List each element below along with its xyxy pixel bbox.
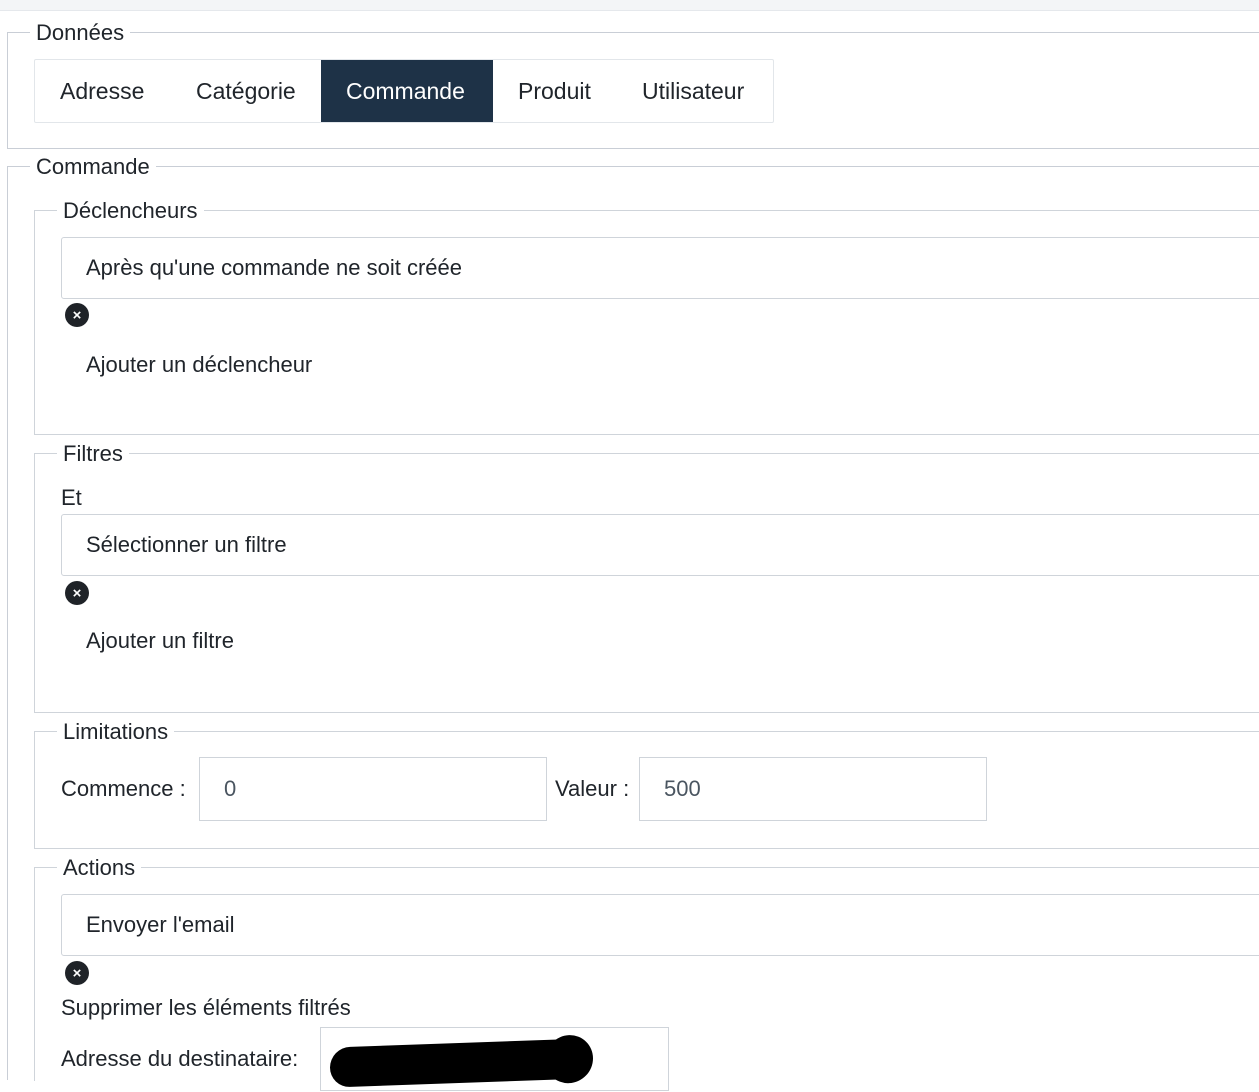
actions-legend: Actions <box>57 854 142 882</box>
recipient-input[interactable] <box>320 1027 669 1091</box>
delete-filtered-label: Supprimer les éléments filtrés <box>61 995 351 1020</box>
trigger-select-value: Après qu'une commande ne soit créée <box>86 255 462 280</box>
trigger-select[interactable]: Après qu'une commande ne soit créée <box>61 237 1259 299</box>
add-trigger-link[interactable]: Ajouter un déclencheur <box>86 352 312 378</box>
value-input[interactable]: 500 <box>639 757 987 821</box>
limitations-fieldset: Limitations Commence : 0 Valeur : 500 <box>34 718 1259 849</box>
close-circle-icon[interactable]: × <box>65 303 89 327</box>
value-label: Valeur : <box>555 776 630 801</box>
declencheurs-legend: Déclencheurs <box>57 197 204 225</box>
commande-fieldset: Commande Déclencheurs Après qu'une comma… <box>7 153 1259 1091</box>
tab-commande-label: Commande <box>346 77 465 104</box>
tab-utilisateur-label: Utilisateur <box>642 77 745 104</box>
declencheurs-fieldset: Déclencheurs Après qu'une commande ne so… <box>34 197 1259 435</box>
data-type-tabs: Adresse Catégorie Commande Produit Utili… <box>34 59 774 123</box>
top-toolbar <box>0 0 1259 11</box>
filtres-legend: Filtres <box>57 440 129 468</box>
close-circle-icon[interactable]: × <box>65 581 89 605</box>
recipient-label: Adresse du destinataire: <box>61 1046 299 1071</box>
tab-adresse-label: Adresse <box>60 77 145 104</box>
redaction-mask <box>330 1038 589 1088</box>
close-circle-icon[interactable]: × <box>65 961 89 985</box>
tab-categorie-label: Catégorie <box>196 77 296 104</box>
donnees-fieldset: Données Adresse Catégorie Commande Produ… <box>7 19 1259 149</box>
commande-legend: Commande <box>30 153 156 181</box>
tab-utilisateur[interactable]: Utilisateur <box>617 60 773 122</box>
start-input-value: 0 <box>224 776 237 801</box>
filter-select[interactable]: Sélectionner un filtre <box>61 514 1259 576</box>
tab-categorie[interactable]: Catégorie <box>171 60 321 122</box>
filter-condition-label: Et <box>61 485 82 510</box>
filter-select-value: Sélectionner un filtre <box>86 532 287 557</box>
start-label: Commence : <box>61 776 186 801</box>
add-filter-link[interactable]: Ajouter un filtre <box>86 628 234 654</box>
limitations-legend: Limitations <box>57 718 175 746</box>
tab-produit-label: Produit <box>518 77 591 104</box>
value-input-value: 500 <box>664 776 701 801</box>
donnees-legend: Données <box>30 19 131 47</box>
tab-commande[interactable]: Commande <box>321 60 493 122</box>
tab-adresse[interactable]: Adresse <box>35 60 171 122</box>
start-input[interactable]: 0 <box>199 757 547 821</box>
filtres-fieldset: Filtres Et Sélectionner un filtre × Ajou… <box>34 440 1259 713</box>
tab-produit[interactable]: Produit <box>493 60 617 122</box>
action-select[interactable]: Envoyer l'email <box>61 894 1259 956</box>
action-select-value: Envoyer l'email <box>86 912 235 937</box>
actions-fieldset: Actions Envoyer l'email × Supprimer les … <box>34 854 1259 1091</box>
